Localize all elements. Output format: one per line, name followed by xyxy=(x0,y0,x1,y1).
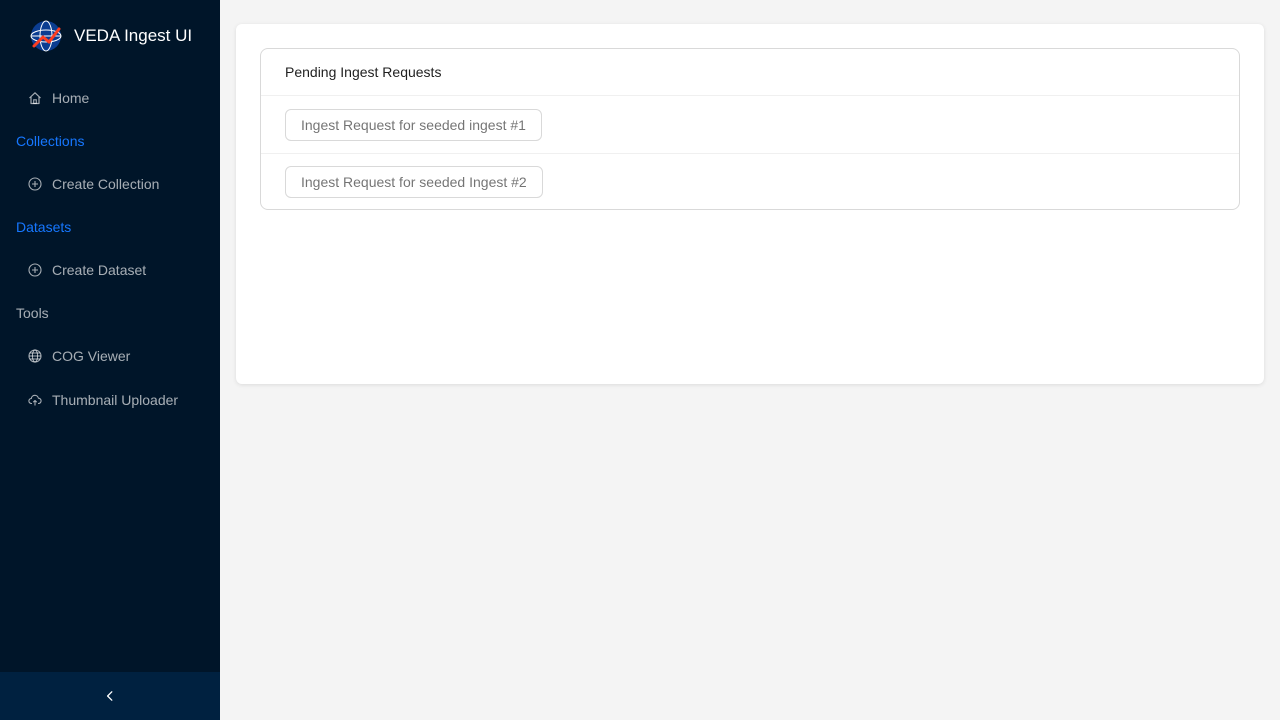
nav-group-tools[interactable]: Tools xyxy=(16,303,49,323)
globe-icon xyxy=(28,349,42,363)
sidebar-collapse-button[interactable] xyxy=(0,672,220,720)
sidebar-item-home[interactable]: Home xyxy=(0,78,220,118)
ingest-request-button[interactable]: Ingest Request for seeded ingest #1 xyxy=(285,108,542,141)
app-title: VEDA Ingest UI xyxy=(74,26,193,45)
sidebar-item-create-dataset[interactable]: Create Dataset xyxy=(0,250,220,290)
sidebar-item-label: Create Collection xyxy=(52,176,160,192)
main-content-card: Pending Ingest Requests Ingest Request f… xyxy=(236,24,1264,384)
veda-logo-icon xyxy=(30,20,62,52)
list-item: Ingest Request for seeded Ingest #2 xyxy=(261,153,1239,210)
sidebar-item-label: Home xyxy=(52,90,90,106)
nav-group-collections[interactable]: Collections xyxy=(16,131,84,151)
ingest-request-button[interactable]: Ingest Request for seeded Ingest #2 xyxy=(285,166,543,198)
sidebar-item-thumbnail-uploader[interactable]: Thumbnail Uploader xyxy=(0,380,220,420)
sidebar-item-label: Thumbnail Uploader xyxy=(52,392,179,408)
brand[interactable]: VEDA Ingest UI xyxy=(30,20,192,52)
chevron-left-icon xyxy=(106,691,113,701)
nav-group-datasets[interactable]: Datasets xyxy=(16,217,71,237)
plus-circle-icon xyxy=(28,263,42,277)
plus-circle-icon xyxy=(28,177,42,191)
sidebar: VEDA Ingest UI Home Collections Create C… xyxy=(0,0,220,720)
pending-requests-list: Pending Ingest Requests Ingest Request f… xyxy=(260,48,1240,210)
list-title: Pending Ingest Requests xyxy=(261,49,1239,96)
sidebar-item-label: Create Dataset xyxy=(52,262,147,278)
sidebar-item-label: COG Viewer xyxy=(52,348,131,364)
sidebar-item-cog-viewer[interactable]: COG Viewer xyxy=(0,336,220,376)
list-item: Ingest Request for seeded ingest #1 xyxy=(261,96,1239,153)
cloud-upload-icon xyxy=(28,393,42,407)
sidebar-item-create-collection[interactable]: Create Collection xyxy=(0,164,220,204)
home-icon xyxy=(28,91,42,105)
